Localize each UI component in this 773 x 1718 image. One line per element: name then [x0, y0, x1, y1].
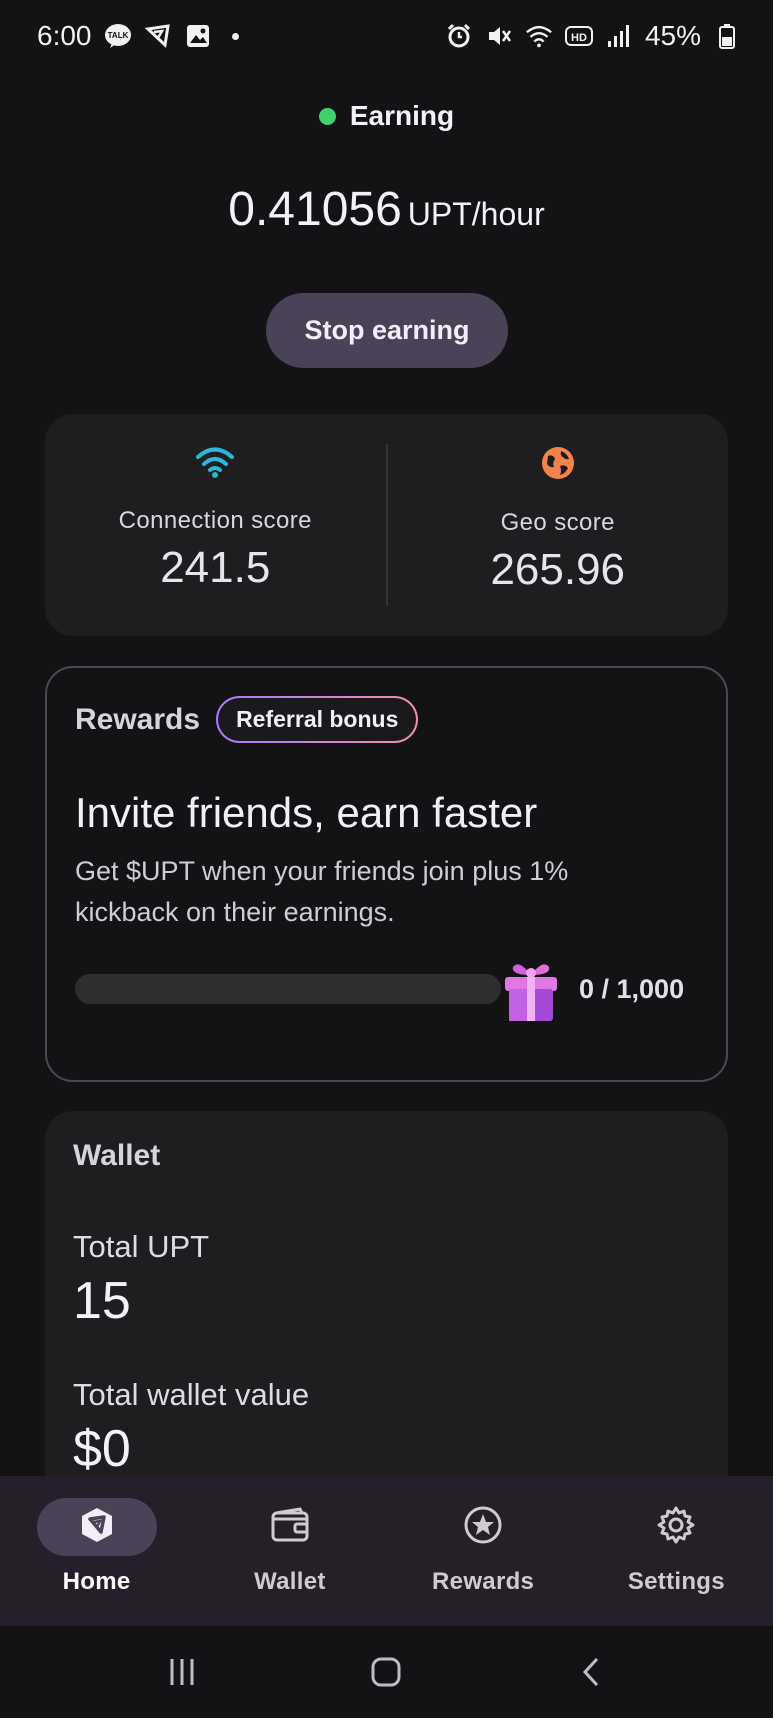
earning-status-dot: [318, 107, 336, 125]
connection-score: Connection score 241.5: [45, 414, 386, 636]
recent-apps-icon[interactable]: [152, 1642, 212, 1702]
nav-home[interactable]: Home: [0, 1476, 193, 1626]
status-time: 6:00: [37, 20, 92, 51]
wallet-card[interactable]: Wallet Total UPT 15 Total wallet value $…: [45, 1111, 728, 1511]
home-button-icon[interactable]: [356, 1642, 416, 1702]
nav-settings[interactable]: Settings: [580, 1476, 773, 1626]
nav-home-label: Home: [62, 1568, 131, 1595]
notification-dot: [231, 32, 239, 40]
wallet-icon: [270, 1506, 310, 1548]
mute-icon: [485, 22, 513, 50]
connection-score-value: 241.5: [160, 543, 271, 592]
image-icon: [184, 22, 212, 50]
back-icon[interactable]: [561, 1642, 621, 1702]
svg-text:HD: HD: [571, 32, 587, 44]
geo-score: Geo score 265.96: [388, 414, 729, 636]
gear-icon: [656, 1505, 696, 1550]
referral-progress-label: 0 / 1,000: [579, 973, 685, 1004]
invite-headline: Invite friends, earn faster: [75, 789, 538, 836]
star-circle-icon: [463, 1505, 503, 1550]
connection-score-label: Connection score: [118, 507, 312, 534]
globe-icon: [541, 446, 575, 485]
referral-bonus-badge: Referral bonus: [216, 696, 418, 743]
hd-icon: HD: [564, 22, 593, 50]
wifi-icon: [195, 446, 235, 483]
wifi-icon: [525, 22, 553, 50]
app-icon: [144, 22, 172, 50]
earning-rate: 0.41056 UPT/hour: [0, 182, 773, 237]
geo-score-value: 265.96: [490, 545, 626, 594]
invite-description: Get $UPT when your friends join plus 1% …: [75, 856, 569, 927]
score-card: Connection score 241.5 Geo score 265.96: [45, 414, 728, 636]
home-logo-icon: [78, 1506, 116, 1549]
battery-percent: 45%: [644, 20, 701, 51]
wallet-title: Wallet: [73, 1139, 161, 1172]
bottom-nav: Home Wallet Rewards Settings: [0, 1476, 773, 1626]
referral-progress-bar: [75, 974, 501, 1004]
nav-settings-label: Settings: [627, 1568, 725, 1595]
geo-score-label: Geo score: [500, 509, 615, 536]
status-bar: 6:00 TALK HD 45%: [0, 0, 773, 72]
svg-text:TALK: TALK: [107, 31, 128, 40]
total-upt-value: 15: [73, 1272, 131, 1330]
system-nav-bar: [0, 1626, 773, 1718]
total-wallet-value: $0: [73, 1420, 131, 1478]
total-wallet-value-label: Total wallet value: [73, 1377, 310, 1412]
nav-rewards[interactable]: Rewards: [387, 1476, 580, 1626]
rewards-card[interactable]: Rewards Referral bonus Invite friends, e…: [45, 666, 728, 1082]
earning-rate-value: 0.41056: [228, 183, 402, 236]
earning-rate-unit: UPT/hour: [407, 196, 545, 232]
nav-rewards-label: Rewards: [432, 1568, 535, 1595]
nav-wallet[interactable]: Wallet: [193, 1476, 386, 1626]
total-upt-label: Total UPT: [73, 1229, 210, 1264]
rewards-title: Rewards: [75, 702, 201, 736]
kakaotalk-icon: TALK: [104, 22, 132, 50]
signal-icon: [605, 22, 633, 50]
earning-status-label: Earning: [349, 100, 455, 131]
battery-icon: [713, 22, 741, 50]
nav-wallet-label: Wallet: [254, 1568, 326, 1595]
earning-status: Earning: [0, 100, 773, 132]
alarm-icon: [445, 22, 473, 50]
stop-earning-button[interactable]: Stop earning: [266, 293, 508, 368]
gift-icon: [495, 953, 567, 1025]
referral-progress: 0 / 1,000: [75, 954, 698, 1024]
